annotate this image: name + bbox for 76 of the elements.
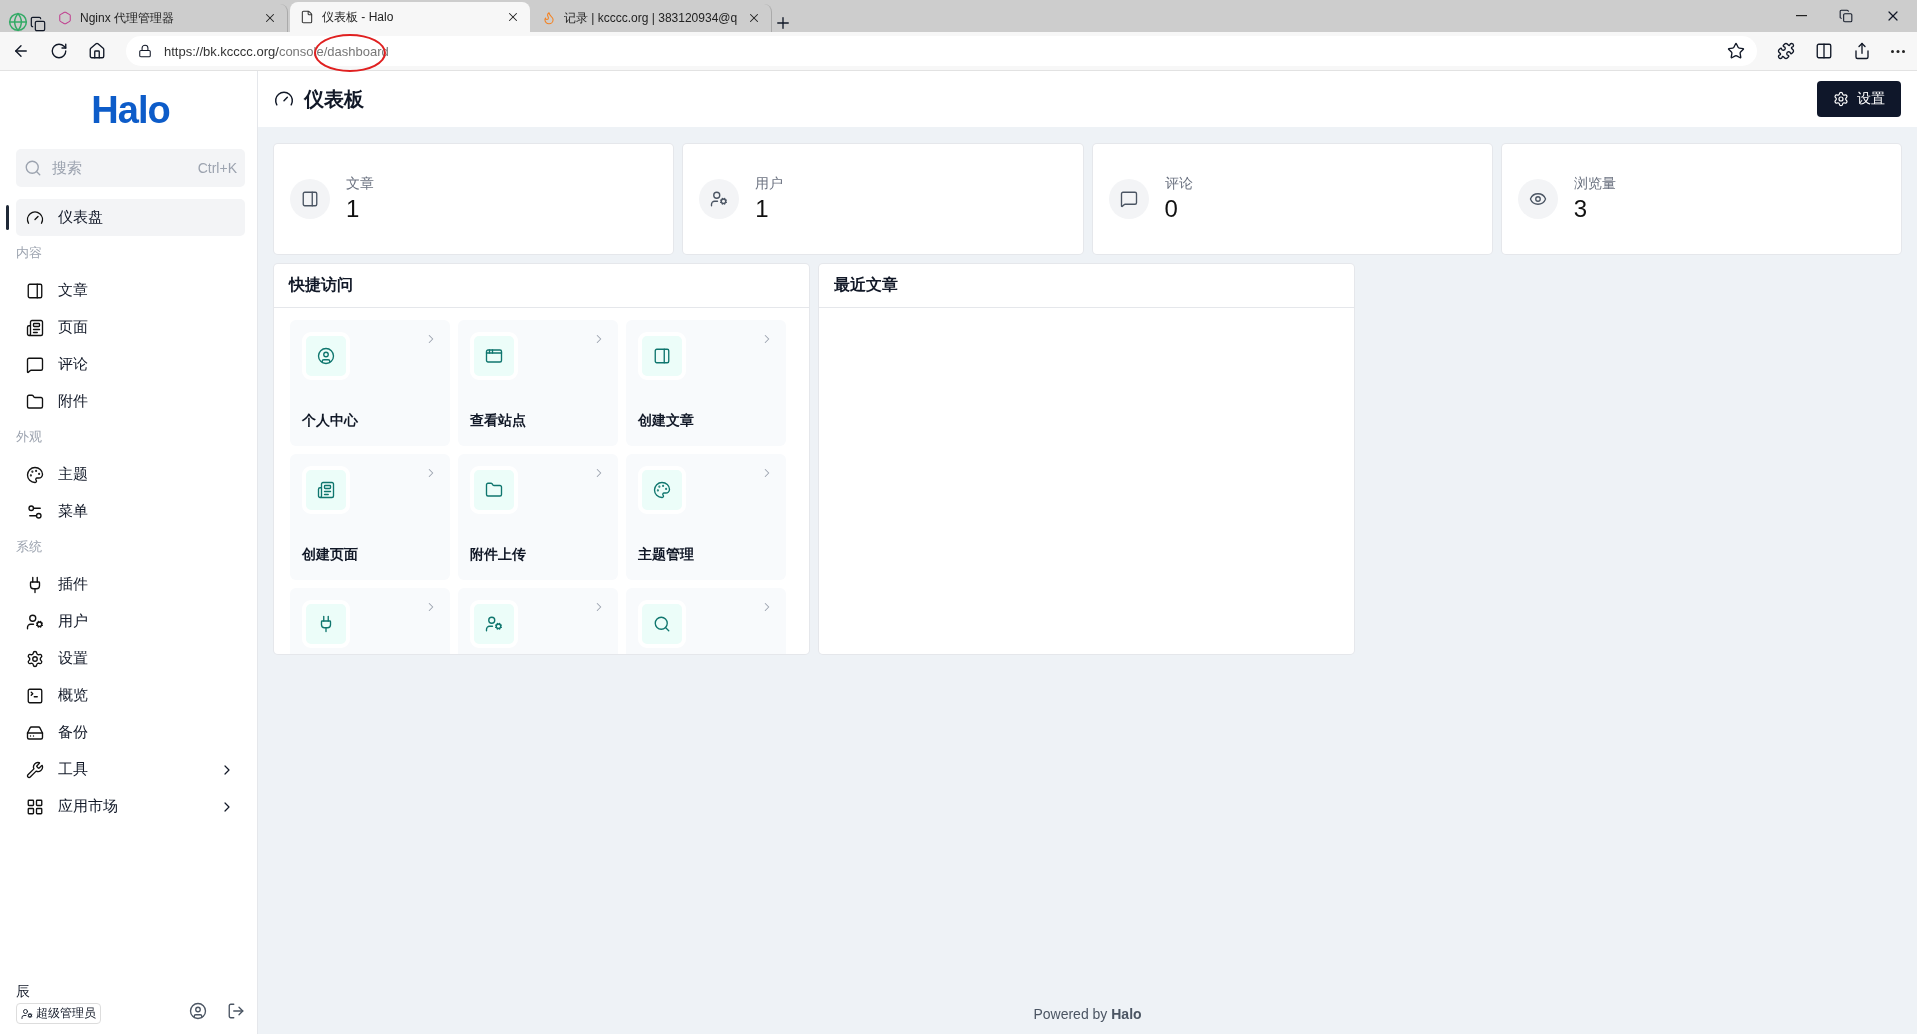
hexagon-icon	[58, 11, 72, 25]
book-icon	[26, 281, 44, 300]
user-gear-icon	[26, 612, 44, 631]
stat-label: 浏览量	[1573, 175, 1616, 193]
panel-title: 快捷访问	[274, 264, 809, 308]
section-heading: 外观	[16, 428, 43, 446]
section-heading: 系统	[16, 538, 43, 556]
extensions-icon	[1777, 42, 1795, 60]
role-badge: 超级管理员	[16, 1003, 101, 1024]
palette-icon	[26, 465, 44, 484]
palette-icon	[653, 481, 671, 499]
user-name: 辰	[16, 983, 31, 1001]
search-icon	[24, 159, 42, 177]
settings-icon	[1833, 91, 1849, 107]
stat-label: 文章	[346, 175, 374, 193]
gauge-icon	[274, 89, 294, 109]
profile-icon	[189, 1002, 207, 1020]
user-gear-icon	[485, 615, 503, 633]
reload-icon	[50, 42, 68, 60]
close-icon	[506, 10, 520, 24]
logout-icon	[227, 1002, 245, 1020]
new-tab-icon	[774, 14, 792, 32]
settings-icon	[26, 649, 44, 668]
page-title: 仪表板	[304, 86, 364, 112]
split-screen-icon	[1815, 42, 1833, 60]
eye-icon	[1528, 190, 1547, 208]
home-icon	[88, 42, 106, 60]
folder-icon	[485, 481, 503, 499]
stat-value: 3	[1573, 195, 1589, 223]
page-icon	[26, 318, 44, 337]
back-icon	[12, 42, 30, 60]
terminal-icon	[26, 686, 44, 705]
quick-access-card[interactable]: 主题管理	[626, 454, 786, 580]
panel-title: 最近文章	[819, 264, 1354, 308]
close-icon	[747, 11, 761, 25]
menu-settings-icon	[26, 502, 44, 521]
share-icon	[1853, 42, 1871, 60]
file-icon	[300, 10, 314, 24]
settings-button[interactable]: 设置	[1817, 81, 1901, 117]
folder-icon	[26, 392, 44, 411]
search-icon	[653, 615, 671, 633]
browser-tab[interactable]: 仪表板 - Halo	[290, 2, 530, 32]
quick-access-card[interactable]: 创建文章	[626, 320, 786, 446]
browser-window-icon	[485, 347, 503, 365]
stat-label: 用户	[755, 175, 784, 193]
gauge-icon	[26, 208, 44, 227]
book-icon	[653, 347, 671, 365]
user-gear-icon	[710, 190, 729, 208]
quick-access-card[interactable]: 查看站点	[458, 320, 618, 446]
lock-icon	[138, 44, 152, 58]
restore-icon	[1839, 9, 1853, 23]
minimize-icon[interactable]	[1796, 15, 1807, 17]
more-icon[interactable]	[1891, 49, 1905, 53]
quick-access-card[interactable]: 创建页面	[290, 454, 450, 580]
stat-value: 1	[755, 195, 770, 223]
quick-access-card[interactable]: 附件上传	[458, 454, 618, 580]
star-icon	[1727, 42, 1745, 60]
chat-bubble-icon	[26, 355, 44, 374]
chat-bubble-icon	[1119, 190, 1138, 208]
quick-access-card[interactable]: 个人中心	[290, 320, 450, 446]
section-heading: 内容	[16, 244, 43, 262]
drive-icon	[26, 723, 44, 742]
grid-icon	[26, 797, 44, 816]
tools-icon	[26, 760, 44, 779]
logo: Halo	[90, 87, 171, 133]
stat-value: 0	[1164, 195, 1179, 223]
stat-value: 1	[346, 195, 361, 223]
tab-actions-icon	[30, 16, 46, 32]
user-circle-icon	[317, 347, 335, 365]
footer-text: Powered by Halo	[1032, 1005, 1143, 1024]
browser-profile-icon	[8, 12, 28, 32]
page-icon	[317, 481, 335, 499]
stat-label: 评论	[1164, 175, 1193, 193]
book-icon	[301, 190, 319, 208]
close-icon	[263, 11, 277, 25]
user-gear-icon	[21, 1007, 33, 1020]
